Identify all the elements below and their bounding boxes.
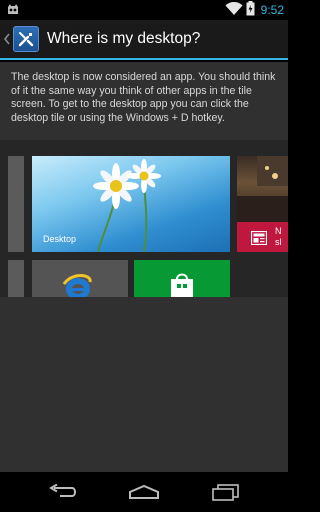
navigation-bar: [0, 472, 288, 512]
recent-apps-icon[interactable]: [200, 478, 250, 506]
back-icon[interactable]: [38, 478, 88, 506]
status-bar: 9:52: [0, 0, 288, 20]
store-tile: [134, 260, 230, 297]
home-icon[interactable]: [119, 478, 169, 506]
news-photo: [237, 156, 288, 222]
partial-tile: [8, 156, 24, 252]
internet-explorer-icon: [62, 272, 94, 297]
main-content: The desktop is now considered an app. Yo…: [0, 62, 288, 472]
news-tile-label: Nsl: [275, 226, 282, 247]
news-tile: Nsl: [237, 156, 288, 252]
intro-text: The desktop is now considered an app. Yo…: [11, 71, 276, 124]
desktop-tile-label: Desktop: [43, 234, 77, 244]
page-title: Where is my desktop?: [47, 30, 201, 47]
status-time: 9:52: [260, 3, 284, 17]
chevron-left-icon[interactable]: [1, 19, 13, 59]
partial-tile: [8, 260, 24, 297]
battery-charging-icon: [246, 0, 255, 20]
shopping-bag-icon: [168, 270, 196, 297]
start-screen-image: Desktop N sl: [0, 140, 288, 297]
android-debug-icon: [5, 2, 21, 18]
tools-icon[interactable]: [13, 26, 39, 52]
newspaper-icon: [250, 230, 268, 249]
desktop-tile: Desktop: [32, 156, 230, 252]
internet-explorer-tile: [32, 260, 128, 297]
wifi-icon: [225, 1, 243, 20]
action-bar: Where is my desktop?: [0, 20, 288, 60]
